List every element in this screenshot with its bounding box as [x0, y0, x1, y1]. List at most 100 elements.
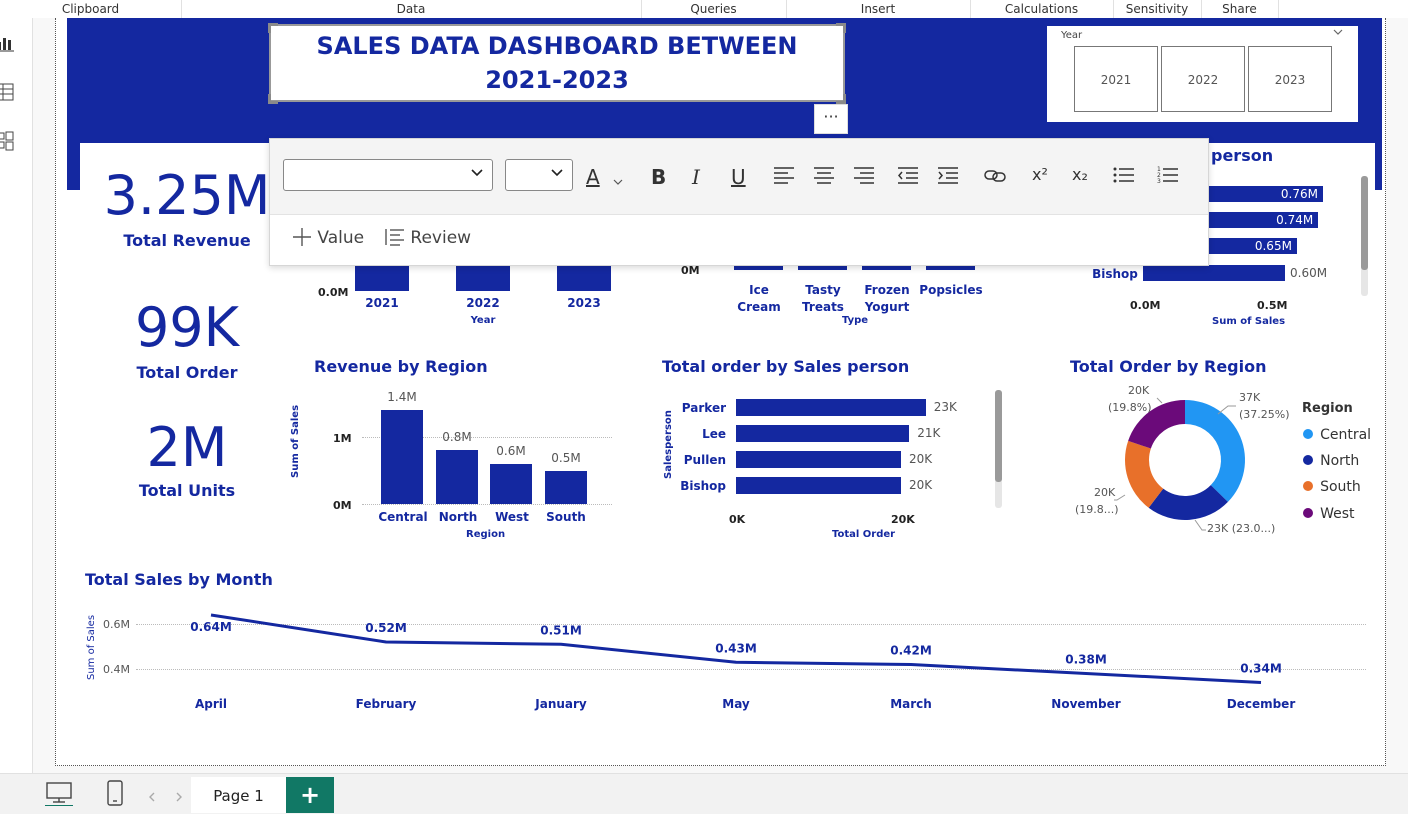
- orders-salesperson-xtick: 20K: [891, 513, 915, 526]
- more-options-button[interactable]: ···: [814, 104, 848, 134]
- bold-button[interactable]: B: [651, 165, 666, 189]
- dashboard-title-line2: 2021-2023: [485, 66, 629, 94]
- kpi-orders-value: 99K: [134, 296, 240, 359]
- year-option-2022[interactable]: 2022: [1161, 46, 1245, 112]
- scrollbar-thumb[interactable]: [1361, 176, 1368, 270]
- resize-handle-bl[interactable]: [268, 94, 278, 104]
- add-value-button[interactable]: Value: [292, 227, 364, 248]
- orders-salesperson-category: Lee: [702, 427, 726, 441]
- revenue-region-bar[interactable]: [381, 410, 423, 504]
- page-tab-page-1[interactable]: Page 1: [191, 777, 286, 813]
- ribbon-group-queries[interactable]: Queries: [641, 0, 787, 18]
- year-chart-category: 2023: [567, 296, 601, 310]
- chevron-down-icon[interactable]: [1332, 26, 1344, 41]
- revenue-region-category: West: [495, 510, 529, 524]
- salesperson-sales-data-label: 0.65M: [1254, 239, 1292, 253]
- resize-handle-tl[interactable]: [268, 23, 278, 33]
- revenue-region-category: North: [438, 510, 478, 524]
- font-size-select[interactable]: [505, 159, 573, 191]
- decrease-indent-icon[interactable]: [897, 165, 919, 190]
- scrollbar-thumb[interactable]: [995, 390, 1002, 482]
- year-bar-2021[interactable]: [355, 262, 409, 291]
- font-family-select[interactable]: [283, 159, 493, 191]
- orders-salesperson-bar[interactable]: [736, 399, 926, 416]
- kpi-revenue-value: 3.25M: [103, 164, 271, 227]
- ribbon-group-clipboard[interactable]: Clipboard: [0, 0, 182, 18]
- orders-salesperson-category: Pullen: [683, 453, 726, 467]
- numbered-list-icon[interactable]: 123: [1157, 165, 1179, 190]
- add-page-button[interactable]: +: [286, 777, 334, 813]
- resize-handle-tr[interactable]: [836, 23, 846, 33]
- review-list-icon: [385, 228, 410, 248]
- orders-salesperson-bar[interactable]: [736, 451, 901, 468]
- revenue-region-category: South: [546, 510, 586, 524]
- revenue-region-data-label: 0.6M: [496, 443, 526, 458]
- sales-month-data-label: 0.34M: [1240, 662, 1282, 676]
- year-bar-2023[interactable]: [557, 262, 611, 291]
- legend-item-south[interactable]: South: [1303, 476, 1361, 495]
- revenue-region-ytick: 0M: [333, 499, 352, 512]
- revenue-by-region-title: Revenue by Region: [314, 357, 488, 376]
- italic-button[interactable]: I: [692, 165, 700, 189]
- underline-button[interactable]: U: [731, 165, 746, 189]
- table-view-icon[interactable]: [0, 81, 18, 103]
- kpi-units-label: Total Units: [138, 481, 236, 500]
- sales-month-category: March: [890, 697, 932, 711]
- kpi-orders-label: Total Order: [136, 363, 238, 382]
- year-slicer-label: Year: [1061, 30, 1083, 41]
- year-option-2023[interactable]: 2023: [1248, 46, 1332, 112]
- superscript-button[interactable]: x²: [1032, 165, 1048, 184]
- revenue-region-bar[interactable]: [545, 470, 587, 504]
- model-view-icon[interactable]: [0, 130, 18, 152]
- year-bar-2022[interactable]: [456, 262, 510, 291]
- revenue-region-bar[interactable]: [436, 450, 478, 504]
- resize-handle-br[interactable]: [836, 94, 846, 104]
- salesperson-sales-data-label: 0.74M: [1276, 213, 1314, 227]
- ribbon-group-sensitivity[interactable]: Sensitivity: [1113, 0, 1202, 18]
- donut-legend-title: Region: [1302, 401, 1353, 416]
- chevron-right-icon[interactable]: [174, 788, 184, 807]
- align-left-icon[interactable]: [773, 165, 795, 190]
- legend-item-west[interactable]: West: [1303, 503, 1355, 522]
- orders-salesperson-ylabel: Salesperson: [663, 410, 674, 479]
- year-option-2021[interactable]: 2021: [1074, 46, 1158, 112]
- salesperson-sales-xlabel: Sum of Sales: [1212, 316, 1286, 327]
- sales-month-data-label: 0.52M: [365, 621, 407, 635]
- revenue-region-data-label: 0.8M: [442, 430, 472, 445]
- ribbon-group-calculations[interactable]: Calculations: [970, 0, 1114, 18]
- legend-item-central[interactable]: Central: [1303, 424, 1371, 443]
- orders-salesperson-xlabel: Total Order: [832, 529, 896, 540]
- link-icon[interactable]: [983, 165, 1007, 190]
- ribbon-group-data[interactable]: Data: [181, 0, 642, 18]
- salesperson-sales-bar[interactable]: [1143, 265, 1286, 281]
- legend-item-north[interactable]: North: [1303, 450, 1359, 469]
- font-color-button[interactable]: A: [586, 165, 600, 189]
- report-view-icon[interactable]: [0, 32, 18, 54]
- increase-indent-icon[interactable]: [937, 165, 959, 190]
- sales-month-category: May: [722, 697, 750, 711]
- desktop-layout-icon[interactable]: [45, 780, 73, 810]
- chevron-left-icon[interactable]: [147, 788, 157, 807]
- donut-leader-lines: [1114, 397, 1236, 531]
- orders-salesperson-scrollbar[interactable]: [995, 390, 1002, 508]
- ribbon-group-share[interactable]: Share: [1201, 0, 1279, 18]
- orders-salesperson-category: Parker: [681, 401, 726, 415]
- subscript-button[interactable]: x₂: [1072, 165, 1088, 184]
- sales-month-category: January: [534, 697, 587, 711]
- ribbon-group-insert[interactable]: Insert: [786, 0, 971, 18]
- sales-month-line-chart: 0.64M April 0.52M February 0.51M January 0.43M…: [190, 613, 1295, 711]
- review-button[interactable]: Review: [385, 227, 471, 248]
- salesperson-sales-data-label: 0.60M: [1290, 266, 1328, 280]
- align-center-icon[interactable]: [813, 165, 835, 190]
- bullet-list-icon[interactable]: [1113, 165, 1135, 190]
- orders-salesperson-bar[interactable]: [736, 477, 901, 494]
- dashboard-title-textbox[interactable]: SALES DATA DASHBOARD BETWEEN 2021-2023: [269, 24, 845, 102]
- sales-month-category: February: [356, 697, 417, 711]
- align-right-icon[interactable]: [853, 165, 875, 190]
- mobile-layout-icon[interactable]: [106, 780, 124, 810]
- orders-salesperson-bar[interactable]: [736, 425, 910, 442]
- font-color-dropdown-icon[interactable]: [612, 169, 624, 193]
- type-chart-category: Ice Cream: [737, 283, 781, 314]
- revenue-region-bar[interactable]: [490, 463, 532, 504]
- salesperson-sales-scrollbar[interactable]: [1361, 176, 1368, 296]
